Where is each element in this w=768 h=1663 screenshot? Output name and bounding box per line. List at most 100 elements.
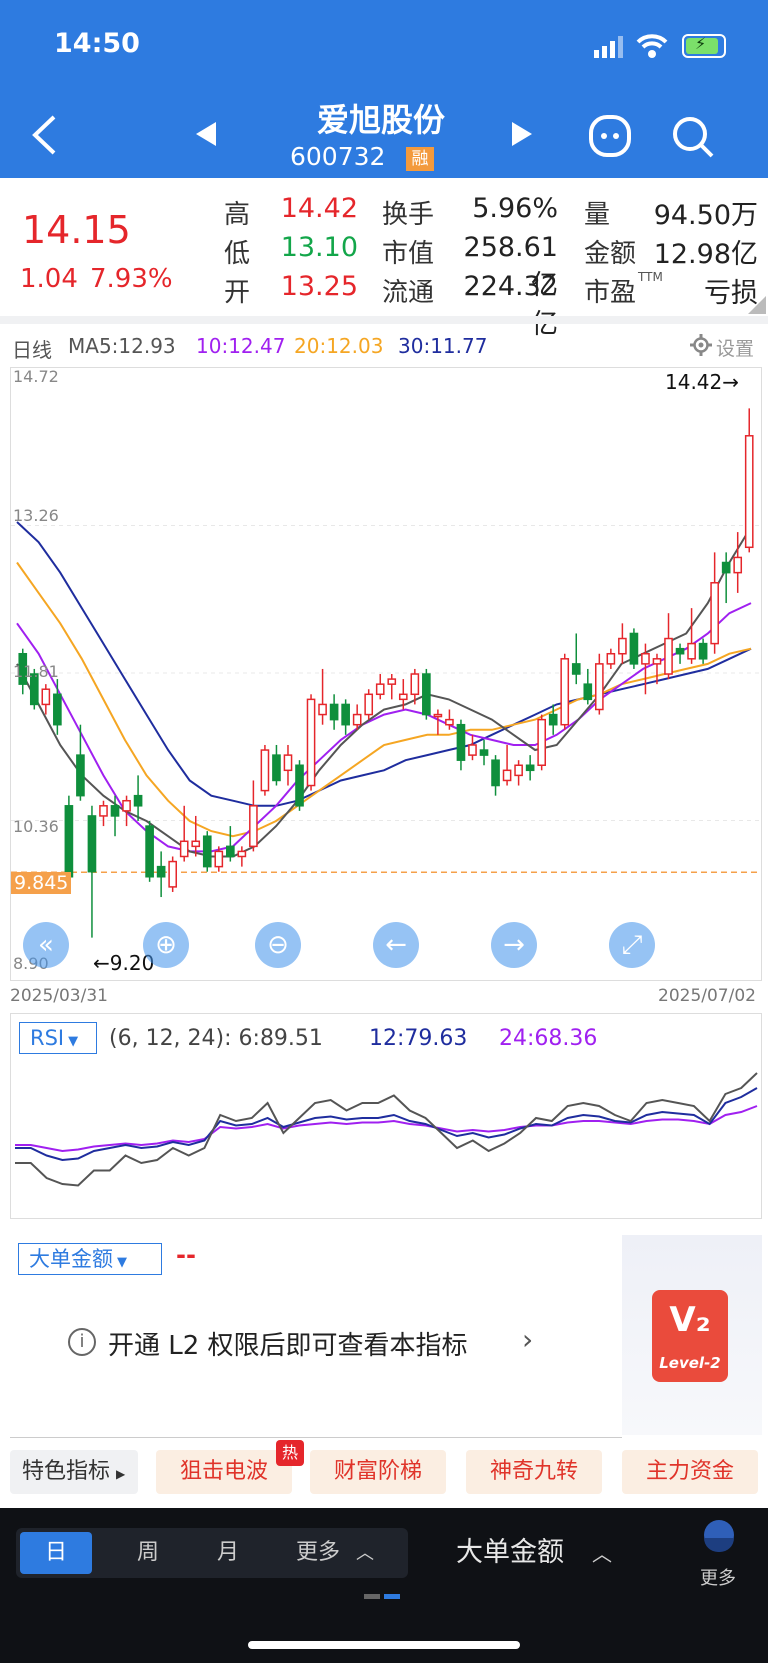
rsi-selector[interactable]: RSI ▼ <box>19 1022 97 1054</box>
feature-indicator-menu[interactable]: 特色指标 ▶ <box>10 1450 138 1494</box>
l2-promo[interactable]: V₂ Level-2 <box>622 1235 762 1435</box>
ma10-legend: 10:12.47 <box>196 334 286 358</box>
ma20-line <box>16 561 752 838</box>
candle-body <box>422 673 431 716</box>
tag-wealth-ladder[interactable]: 财富阶梯 <box>310 1450 446 1494</box>
candle-body <box>237 850 247 858</box>
candle-body <box>514 764 523 777</box>
candle-body <box>341 703 350 726</box>
mktcap-label: 市值 <box>382 239 435 269</box>
candle-body <box>433 713 443 718</box>
next-stock-icon[interactable] <box>512 122 532 146</box>
candle-body <box>664 637 673 675</box>
settings-label[interactable]: 设置 <box>716 334 754 361</box>
candle-body <box>398 693 408 701</box>
expand-corner-icon[interactable] <box>748 296 766 314</box>
tag-sniper-wave-label: 狙击电波 <box>179 1459 268 1484</box>
gear-icon[interactable] <box>690 334 712 356</box>
indicator-selector-label: 大单金额 <box>29 1247 113 1271</box>
candle-body <box>41 688 51 706</box>
indicator-switch[interactable]: 大单金额 ︿ <box>456 1528 612 1578</box>
tab-month[interactable]: 月 <box>192 1532 264 1574</box>
candle-body <box>329 703 339 721</box>
tab-day-label: 日 <box>44 1540 67 1565</box>
more-button[interactable]: 更多 <box>690 1518 750 1598</box>
triangle-right-icon: ▶ <box>116 1467 126 1481</box>
separator <box>0 316 768 324</box>
zoom-in-button[interactable]: ⊕ <box>143 922 189 968</box>
fullscreen-button[interactable]: ⤢ <box>609 922 655 968</box>
high-value: 14.42 <box>280 193 358 224</box>
rsi-params: (6, 12, 24): 6:89.51 <box>109 1026 323 1051</box>
assistant-icon[interactable] <box>588 114 632 158</box>
candle-body <box>698 642 708 660</box>
chevron-down-icon: ▼ <box>68 1034 79 1049</box>
scroll-left-button[interactable]: ← <box>373 922 419 968</box>
candle-body <box>202 835 212 868</box>
search-icon[interactable] <box>670 114 716 160</box>
candle-body <box>87 815 97 873</box>
ma20-legend: 20:12.03 <box>294 334 384 358</box>
ma30-legend: 30:11.77 <box>398 334 488 358</box>
candle-body <box>687 642 696 660</box>
rsi-canvas <box>15 1072 758 1187</box>
tab-day[interactable]: 日 <box>20 1532 92 1574</box>
candle-body <box>249 805 258 848</box>
scroll-start-button[interactable]: « <box>23 922 69 968</box>
tag-main-capital-label: 主力资金 <box>645 1459 734 1484</box>
turnover-value: 5.96% <box>472 193 558 224</box>
tab-month-label: 月 <box>216 1540 239 1565</box>
price-tag: 9.845 <box>11 872 72 894</box>
zoom-out-button[interactable]: ⊖ <box>255 922 301 968</box>
candle-body <box>168 860 177 888</box>
tag-main-capital[interactable]: 主力资金 <box>622 1450 758 1494</box>
amount-value: 12.98亿 <box>653 239 758 270</box>
candle-body <box>629 632 639 665</box>
candle-body <box>525 764 535 772</box>
status-time: 14:50 <box>54 28 140 59</box>
indicator-switch-label: 大单金额 <box>456 1537 564 1568</box>
page-dot <box>364 1594 380 1599</box>
low-label: 低 <box>224 239 251 269</box>
candle-body <box>595 663 604 711</box>
kline-period[interactable]: 日线 <box>12 334 52 363</box>
candle-body <box>226 845 235 858</box>
candle-body <box>445 718 454 726</box>
tag-sniper-wave[interactable]: 狙击电波 <box>156 1450 292 1494</box>
more-icon-shadow <box>704 1538 734 1552</box>
candle-body <box>641 652 650 665</box>
v2-logo-icon: V₂ <box>669 1300 711 1340</box>
candle-body <box>468 744 477 756</box>
level2-label: Level-2 <box>659 1354 721 1372</box>
prev-stock-icon[interactable] <box>196 122 216 146</box>
candle-body <box>410 673 420 696</box>
tab-week[interactable]: 周 <box>112 1532 184 1574</box>
signal-icon <box>594 36 628 58</box>
battery-icon: ⚡ <box>682 34 726 58</box>
l2-message: 开通 L2 权限后即可查看本指标 <box>108 1331 468 1361</box>
candle-body <box>318 703 327 716</box>
tag-wealth-ladder-label: 财富阶梯 <box>333 1459 422 1484</box>
candle-body <box>179 840 189 858</box>
back-icon[interactable] <box>30 114 58 156</box>
turnover-label: 换手 <box>382 200 435 230</box>
tab-week-label: 周 <box>136 1540 159 1565</box>
app-header: 14:50 ⚡ 爱旭股份 600732 融 <box>0 0 768 178</box>
hot-badge: 热 <box>276 1440 304 1466</box>
divider <box>10 1437 622 1438</box>
tab-more[interactable]: 更多 ︿ <box>286 1532 398 1574</box>
candle-body <box>260 749 270 792</box>
candle-body <box>618 637 627 655</box>
max-marker: 14.42→ <box>665 370 740 394</box>
quote-panel: 14.15 1.04 7.93% 高 14.42 低 13.10 开 13.25… <box>0 178 768 340</box>
candle-body <box>548 713 558 726</box>
indicator-selector[interactable]: 大单金额 ▼ <box>18 1243 162 1275</box>
scroll-right-button[interactable]: → <box>491 922 537 968</box>
candle-body <box>133 794 143 807</box>
tag-magic-nine[interactable]: 神奇九转 <box>466 1450 602 1494</box>
chevron-up-icon: ︿ <box>592 1542 612 1566</box>
date-end: 2025/07/02 <box>658 986 756 1006</box>
tag-magic-nine-label: 神奇九转 <box>489 1459 578 1484</box>
y-label-2: 13.26 <box>13 506 59 525</box>
candle-body <box>560 658 570 726</box>
